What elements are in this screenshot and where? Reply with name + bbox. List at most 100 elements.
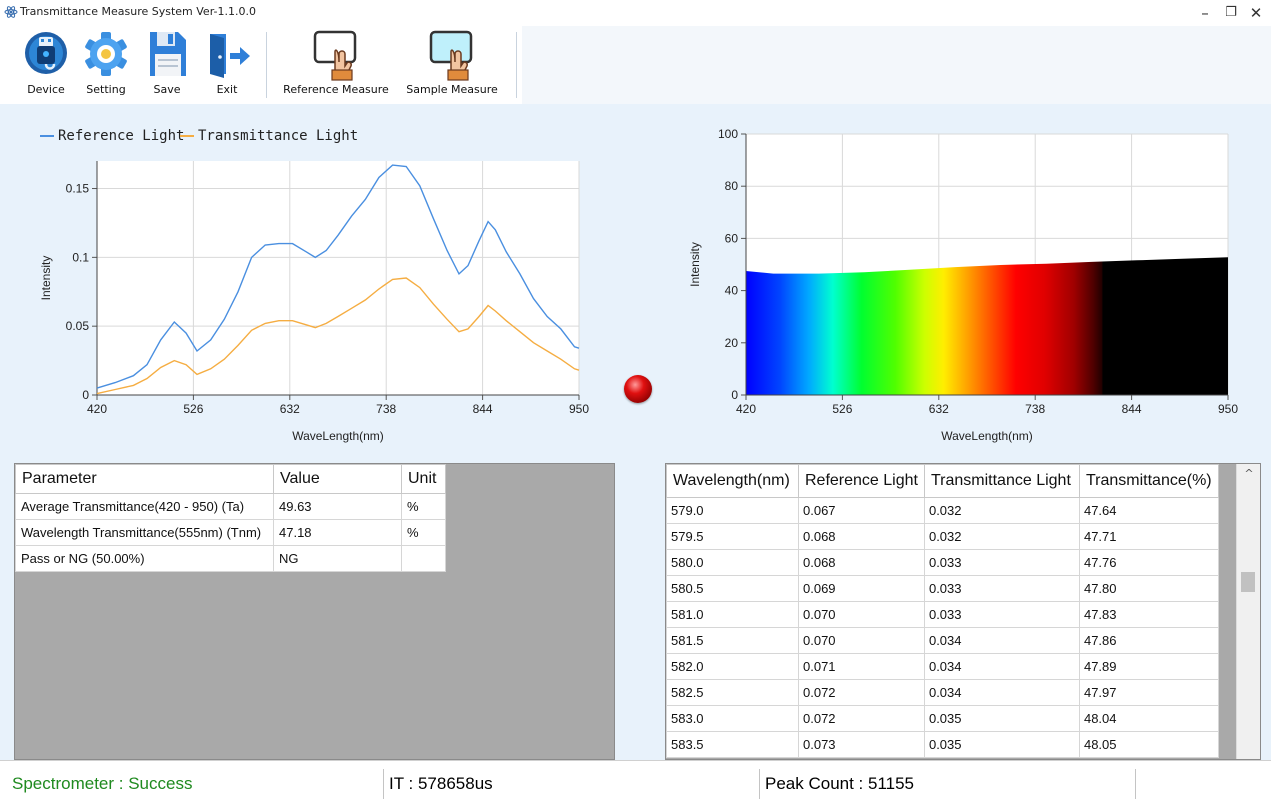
param-column-header[interactable]: Unit (401, 464, 446, 494)
data-cell[interactable]: 0.032 (923, 523, 1080, 550)
save-button[interactable]: Save (139, 26, 195, 104)
param-cell[interactable]: 49.63 (273, 493, 402, 520)
data-cell[interactable]: 0.070 (798, 601, 925, 628)
data-cell[interactable]: 580.5 (666, 575, 799, 602)
data-cell[interactable]: 0.034 (923, 627, 1080, 654)
data-cell[interactable]: 0.034 (923, 653, 1080, 680)
data-column-header[interactable]: Wavelength(nm) (666, 464, 799, 498)
x-tick-label: 526 (832, 402, 852, 416)
x-tick-label: 420 (87, 402, 107, 416)
data-cell[interactable]: 0.035 (923, 731, 1080, 758)
data-cell[interactable]: 0.072 (798, 705, 925, 732)
data-cell[interactable]: 47.76 (1078, 549, 1219, 576)
window-title: Transmittance Measure System Ver-1.1.0.0 (20, 5, 256, 18)
data-cell[interactable]: 583.0 (666, 705, 799, 732)
param-row[interactable]: Wavelength Transmittance(555nm) (Tnm) 47.… (15, 519, 446, 546)
data-cell[interactable]: 47.71 (1078, 523, 1219, 550)
data-row[interactable]: 582.0 0.071 0.034 47.89 (666, 653, 1219, 680)
data-column-header[interactable]: Reference Light (798, 464, 925, 498)
data-cell[interactable]: 0.071 (798, 653, 925, 680)
data-row[interactable]: 580.0 0.068 0.033 47.76 (666, 549, 1219, 576)
status-separator (383, 769, 384, 799)
data-row[interactable]: 581.5 0.070 0.034 47.86 (666, 627, 1219, 654)
param-cell[interactable]: 47.18 (273, 519, 402, 546)
param-column-header[interactable]: Value (273, 464, 402, 494)
data-cell[interactable]: 0.070 (798, 627, 925, 654)
data-cell[interactable]: 579.5 (666, 523, 799, 550)
hand-card-blue-icon (429, 30, 473, 81)
data-cell[interactable]: 0.067 (798, 497, 925, 524)
x-tick-label: 420 (736, 402, 756, 416)
status-led-indicator (624, 375, 652, 403)
data-column-header[interactable]: Transmittance Light (923, 464, 1080, 498)
y-tick-label: 40 (725, 284, 739, 298)
data-cell[interactable]: 0.033 (923, 549, 1080, 576)
data-cell[interactable]: 0.069 (798, 575, 925, 602)
data-cell[interactable]: 48.04 (1078, 705, 1219, 732)
y-tick-label: 80 (725, 179, 739, 193)
data-row[interactable]: 583.0 0.072 0.035 48.04 (666, 705, 1219, 732)
exit-button[interactable]: Exit (199, 26, 255, 104)
param-cell[interactable]: Pass or NG (50.00%) (15, 545, 274, 572)
data-cell[interactable]: 47.83 (1078, 601, 1219, 628)
x-axis-label: WaveLength(nm) (941, 429, 1033, 443)
param-cell[interactable]: NG (273, 545, 402, 572)
x-tick-label: 844 (1122, 402, 1142, 416)
param-row[interactable]: Pass or NG (50.00%) NG (15, 545, 446, 572)
data-cell[interactable]: 0.068 (798, 549, 925, 576)
legend-label: Reference Light (58, 128, 184, 144)
param-column-header[interactable]: Parameter (15, 464, 274, 494)
data-cell[interactable]: 0.032 (923, 497, 1080, 524)
data-cell[interactable]: 47.80 (1078, 575, 1219, 602)
data-cell[interactable]: 0.034 (923, 679, 1080, 706)
data-cell[interactable]: 582.0 (666, 653, 799, 680)
data-cell[interactable]: 47.97 (1078, 679, 1219, 706)
data-cell[interactable]: 47.86 (1078, 627, 1219, 654)
usb-icon (25, 32, 67, 74)
close-button[interactable]: ✕ (1236, 0, 1271, 26)
reference-measure-button[interactable]: Reference Measure (280, 26, 392, 104)
reference-measure-label: Reference Measure (283, 83, 389, 96)
floppy-disk-icon (150, 32, 186, 76)
data-cell[interactable]: 581.5 (666, 627, 799, 654)
data-cell[interactable]: 581.0 (666, 601, 799, 628)
data-cell[interactable]: 0.033 (923, 575, 1080, 602)
title-bar: Transmittance Measure System Ver-1.1.0.0… (0, 0, 1271, 26)
data-column-header[interactable]: Transmittance(%) (1078, 464, 1219, 498)
data-cell[interactable]: 48.05 (1078, 731, 1219, 758)
data-cell[interactable]: 579.0 (666, 497, 799, 524)
param-cell[interactable]: % (401, 519, 446, 546)
param-cell[interactable] (401, 545, 446, 572)
sample-measure-button[interactable]: Sample Measure (403, 26, 501, 104)
data-cell[interactable]: 0.035 (923, 705, 1080, 732)
data-row[interactable]: 583.5 0.073 0.035 48.05 (666, 731, 1219, 758)
device-button[interactable]: Device (18, 26, 74, 104)
data-cell[interactable]: 0.073 (798, 731, 925, 758)
data-row[interactable]: 580.5 0.069 0.033 47.80 (666, 575, 1219, 602)
param-cell[interactable]: Wavelength Transmittance(555nm) (Tnm) (15, 519, 274, 546)
data-cell[interactable]: 582.5 (666, 679, 799, 706)
data-row[interactable]: 581.0 0.070 0.033 47.83 (666, 601, 1219, 628)
param-row[interactable]: Average Transmittance(420 - 950) (Ta) 49.… (15, 493, 446, 520)
setting-button[interactable]: Setting (78, 26, 134, 104)
param-cell[interactable]: % (401, 493, 446, 520)
vertical-scrollbar[interactable]: ^ (1236, 464, 1260, 759)
data-cell[interactable]: 580.0 (666, 549, 799, 576)
data-row[interactable]: 579.5 0.068 0.032 47.71 (666, 523, 1219, 550)
data-cell[interactable]: 47.89 (1078, 653, 1219, 680)
toolbar: Device Setting Save Exit Reference Measu… (0, 26, 1271, 104)
param-cell[interactable]: Average Transmittance(420 - 950) (Ta) (15, 493, 274, 520)
data-cell[interactable]: 0.072 (798, 679, 925, 706)
data-cell[interactable]: 47.64 (1078, 497, 1219, 524)
y-tick-label: 20 (725, 336, 739, 350)
data-cell[interactable]: 583.5 (666, 731, 799, 758)
scroll-up-arrow-icon[interactable]: ^ (1237, 466, 1260, 482)
y-axis-label: Intensity (39, 256, 53, 301)
integration-time: IT : 578658us (389, 774, 493, 793)
x-tick-label: 844 (473, 402, 493, 416)
data-cell[interactable]: 0.033 (923, 601, 1080, 628)
data-row[interactable]: 579.0 0.067 0.032 47.64 (666, 497, 1219, 524)
data-row[interactable]: 582.5 0.072 0.034 47.97 (666, 679, 1219, 706)
scroll-thumb[interactable] (1241, 572, 1255, 592)
data-cell[interactable]: 0.068 (798, 523, 925, 550)
